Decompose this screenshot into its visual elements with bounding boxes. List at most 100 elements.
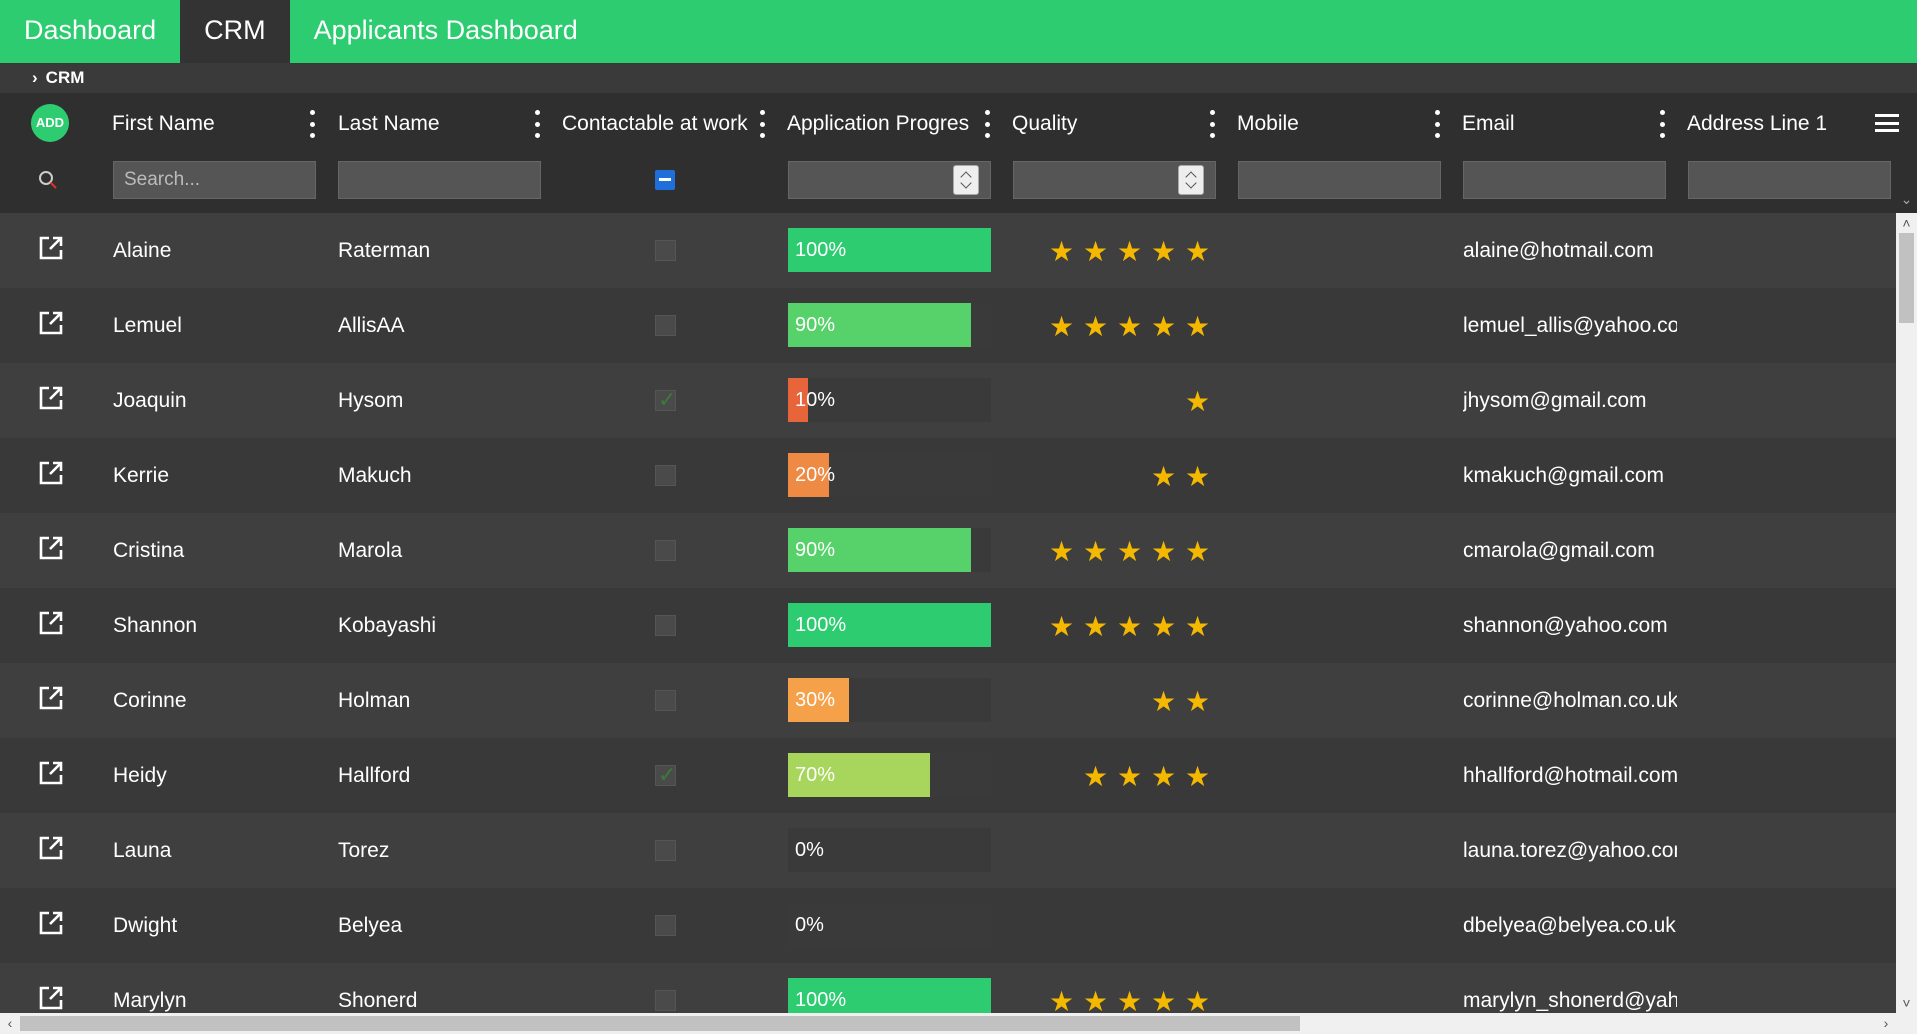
contactable-checkbox[interactable] [655, 840, 676, 861]
quality-rating[interactable]: ★ ★ [1045, 687, 1210, 717]
email-cell[interactable]: jhysom@gmail.com [1463, 363, 1677, 438]
contactable-checkbox[interactable] [655, 615, 676, 636]
quality-filter-stepper[interactable] [1178, 165, 1204, 195]
table-row[interactable]: Launa Torez 0% launa.torez@yahoo.com [0, 813, 1896, 888]
first-name-search-input[interactable] [113, 161, 316, 199]
open-in-new-icon[interactable] [38, 985, 64, 1011]
column-header-last-name[interactable]: Last Name [338, 93, 528, 155]
email-cell[interactable]: hhallford@hotmail.com [1463, 738, 1677, 813]
table-row[interactable]: Kerrie Makuch 20% ★ ★ kmakuch@gmail.com [0, 438, 1896, 513]
contactable-checkbox[interactable] [655, 915, 676, 936]
column-header-first-name[interactable]: First Name [112, 93, 302, 155]
last-name-cell[interactable]: Shonerd [338, 963, 538, 1013]
email-cell[interactable]: alaine@hotmail.com [1463, 213, 1677, 288]
last-name-cell[interactable]: Marola [338, 513, 538, 588]
progress-filter-stepper[interactable] [953, 165, 979, 195]
contactable-checkbox[interactable]: ✓ [655, 389, 676, 411]
first-name-cell[interactable]: Alaine [113, 213, 313, 288]
quality-rating[interactable] [1045, 837, 1205, 867]
kebab-icon[interactable] [1209, 110, 1215, 138]
search-icon[interactable] [38, 170, 58, 190]
contactable-checkbox[interactable] [655, 990, 676, 1011]
first-name-cell[interactable]: Lemuel [113, 288, 313, 363]
column-header-email[interactable]: Email [1462, 93, 1648, 155]
email-cell[interactable]: lemuel_allis@yahoo.co [1463, 288, 1677, 363]
email-cell[interactable]: launa.torez@yahoo.com [1463, 813, 1677, 888]
last-name-cell[interactable]: Kobayashi [338, 588, 538, 663]
quality-rating[interactable]: ★ [1045, 387, 1210, 417]
table-row[interactable]: Shannon Kobayashi 100% ★ ★ ★ ★ ★ shannon@yahoo.c… [0, 588, 1896, 663]
open-in-new-icon[interactable] [38, 910, 64, 936]
open-in-new-icon[interactable] [38, 685, 64, 711]
table-row[interactable]: Heidy Hallford ✓ 70% ★ ★ ★ ★ hhallford@hotmail.c… [0, 738, 1896, 813]
last-name-cell[interactable]: Holman [338, 663, 538, 738]
quality-rating[interactable]: ★ ★ ★ ★ ★ [1045, 612, 1210, 642]
last-name-cell[interactable]: Hallford [338, 738, 538, 813]
quality-rating[interactable]: ★ ★ ★ ★ ★ [1045, 987, 1210, 1014]
first-name-cell[interactable]: Corinne [113, 663, 313, 738]
horizontal-scrollbar[interactable]: ‹ › [0, 1013, 1896, 1034]
email-filter-input[interactable] [1463, 161, 1666, 199]
last-name-cell[interactable]: Makuch [338, 438, 538, 513]
last-name-cell[interactable]: Hysom [338, 363, 538, 438]
quality-rating[interactable]: ★ ★ ★ ★ ★ [1045, 237, 1210, 267]
vertical-scroll-thumb[interactable] [1899, 233, 1914, 323]
column-header-quality[interactable]: Quality [1012, 93, 1198, 155]
table-row[interactable]: Dwight Belyea 0% dbelyea@belyea.co.uk [0, 888, 1896, 963]
contactable-checkbox[interactable] [655, 690, 676, 711]
last-name-cell[interactable]: Raterman [338, 213, 538, 288]
kebab-icon[interactable] [534, 110, 540, 138]
scroll-right-icon[interactable]: › [1876, 1013, 1896, 1034]
table-row[interactable]: Corinne Holman 30% ★ ★ corinne@holman.co.uk [0, 663, 1896, 738]
address-filter-input[interactable] [1688, 161, 1891, 199]
open-in-new-icon[interactable] [38, 460, 64, 486]
open-in-new-icon[interactable] [38, 310, 64, 336]
open-in-new-icon[interactable] [38, 385, 64, 411]
last-name-cell[interactable]: Torez [338, 813, 538, 888]
last-name-cell[interactable]: Belyea [338, 888, 538, 963]
column-header-application-progress[interactable]: Application Progres [787, 93, 973, 155]
email-cell[interactable]: kmakuch@gmail.com [1463, 438, 1677, 513]
open-in-new-icon[interactable] [38, 835, 64, 861]
column-header-contactable[interactable]: Contactable at work [562, 93, 748, 155]
quality-rating[interactable] [1045, 912, 1205, 942]
tab-applicants-dashboard[interactable]: Applicants Dashboard [290, 0, 602, 63]
hamburger-icon[interactable] [1875, 114, 1899, 132]
quality-rating[interactable]: ★ ★ ★ ★ [1045, 762, 1210, 792]
quality-rating[interactable]: ★ ★ ★ ★ ★ [1045, 312, 1210, 342]
contactable-checkbox[interactable] [655, 465, 676, 486]
first-name-cell[interactable]: Dwight [113, 888, 313, 963]
column-header-mobile[interactable]: Mobile [1237, 93, 1423, 155]
email-cell[interactable]: dbelyea@belyea.co.uk [1463, 888, 1677, 963]
last-name-filter-input[interactable] [338, 161, 541, 199]
email-cell[interactable]: shannon@yahoo.com [1463, 588, 1677, 663]
kebab-icon[interactable] [759, 110, 765, 138]
contactable-checkbox[interactable] [655, 540, 676, 561]
table-row[interactable]: Joaquin Hysom ✓ 10% ★ jhysom@gmail.com [0, 363, 1896, 438]
breadcrumb-crm[interactable]: CRM [46, 68, 85, 88]
quality-rating[interactable]: ★ ★ ★ ★ ★ [1045, 537, 1210, 567]
kebab-icon[interactable] [984, 110, 990, 138]
last-name-cell[interactable]: AllisAA [338, 288, 538, 363]
email-cell[interactable]: marylyn_shonerd@yahoo.com [1463, 963, 1677, 1013]
contactable-checkbox[interactable] [655, 240, 676, 261]
kebab-icon[interactable] [1659, 110, 1665, 138]
table-row[interactable]: Marylyn Shonerd 100% ★ ★ ★ ★ ★ marylyn_shonerd@y… [0, 963, 1896, 1013]
open-in-new-icon[interactable] [38, 610, 64, 636]
contactable-filter-checkbox[interactable] [655, 170, 675, 190]
contactable-checkbox[interactable] [655, 315, 676, 336]
vertical-scrollbar[interactable]: ˄ ˅ [1896, 213, 1917, 1013]
table-row[interactable]: Alaine Raterman 100% ★ ★ ★ ★ ★ alaine@hotmail.co… [0, 213, 1896, 288]
tab-dashboard[interactable]: Dashboard [0, 0, 180, 63]
kebab-icon[interactable] [1434, 110, 1440, 138]
table-row[interactable]: Lemuel AllisAA 90% ★ ★ ★ ★ ★ lemuel_allis@yahoo.… [0, 288, 1896, 363]
mobile-filter-input[interactable] [1238, 161, 1441, 199]
open-in-new-icon[interactable] [38, 760, 64, 786]
first-name-cell[interactable]: Launa [113, 813, 313, 888]
first-name-cell[interactable]: Shannon [113, 588, 313, 663]
open-in-new-icon[interactable] [38, 535, 64, 561]
scroll-up-icon[interactable]: ˄ [1896, 213, 1917, 233]
quality-rating[interactable]: ★ ★ [1045, 462, 1210, 492]
first-name-cell[interactable]: Joaquin [113, 363, 313, 438]
add-button[interactable]: ADD [31, 104, 69, 142]
